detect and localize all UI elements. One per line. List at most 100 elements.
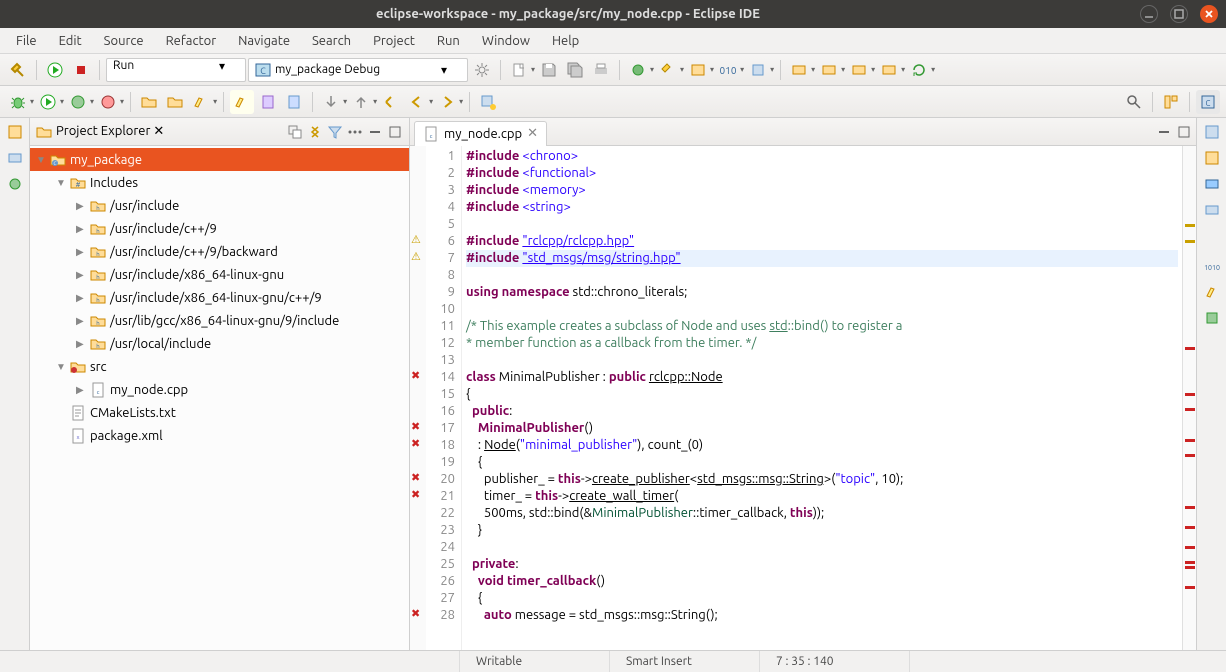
- open-type-icon[interactable]: [163, 90, 187, 114]
- last-edit-icon[interactable]: [379, 90, 403, 114]
- svg-text:h: h: [96, 297, 99, 304]
- status-cursor-position: 7 : 35 : 140: [760, 651, 910, 672]
- trim-r4-icon[interactable]: 1010: [1204, 258, 1220, 274]
- launch-config-select[interactable]: C my_package Debug ▾: [248, 58, 468, 82]
- menu-navigate[interactable]: Navigate: [228, 31, 300, 51]
- minimize-editor-icon[interactable]: [1156, 124, 1172, 140]
- minimize-button[interactable]: [1140, 5, 1158, 23]
- menu-source[interactable]: Source: [94, 31, 154, 51]
- open-folder-icon[interactable]: [137, 90, 161, 114]
- code-content[interactable]: #include <chrono> #include <functional> …: [462, 146, 1182, 650]
- forward-icon[interactable]: [435, 90, 459, 114]
- project-tree[interactable]: C my_package # Includes h/usr/includeh/u…: [30, 146, 409, 650]
- trim-icon-2[interactable]: [7, 176, 23, 192]
- back-icon[interactable]: [405, 90, 429, 114]
- tree-project-root[interactable]: C my_package: [30, 148, 409, 171]
- maximize-editor-icon[interactable]: [1176, 124, 1192, 140]
- menu-help[interactable]: Help: [542, 31, 589, 51]
- cpp-perspective-icon[interactable]: C: [1196, 90, 1220, 114]
- tree-src-folder[interactable]: src: [30, 355, 409, 378]
- overview-ruler[interactable]: [1182, 146, 1196, 650]
- tool6-icon[interactable]: [787, 58, 811, 82]
- open-perspective-icon[interactable]: [1159, 90, 1183, 114]
- collapse-all-icon[interactable]: [287, 124, 303, 140]
- close-button[interactable]: [1200, 5, 1218, 23]
- tool7-icon[interactable]: [817, 58, 841, 82]
- run-button[interactable]: [43, 58, 67, 82]
- svg-text:C: C: [53, 160, 56, 166]
- tree-include-path[interactable]: h/usr/local/include: [30, 332, 409, 355]
- status-spacer: [0, 651, 460, 672]
- trim-icon-1[interactable]: [7, 150, 23, 166]
- tree-include-path[interactable]: h/usr/include/x86_64-linux-gnu/c++/9: [30, 286, 409, 309]
- build-hammer-icon[interactable]: [6, 58, 30, 82]
- tool1-icon[interactable]: [626, 58, 650, 82]
- code-editor[interactable]: ⚠⚠✖✖✖✖✖✖ 1 2 3 4 5 6 7 8 9 10 11 12 13 1…: [410, 146, 1196, 650]
- next-annotation-icon[interactable]: [319, 90, 343, 114]
- tool3-icon[interactable]: [686, 58, 710, 82]
- save-all-icon[interactable]: [563, 58, 587, 82]
- tool8-icon[interactable]: [847, 58, 871, 82]
- maximize-view-icon[interactable]: [387, 124, 403, 140]
- close-tab-icon[interactable]: ✕: [527, 126, 538, 141]
- trim-r5-icon[interactable]: [1204, 284, 1220, 300]
- pin-editor-icon[interactable]: [476, 90, 500, 114]
- annotation-ruler[interactable]: ⚠⚠✖✖✖✖✖✖: [410, 146, 426, 650]
- outline-view-icon[interactable]: [1204, 124, 1220, 140]
- link-editor-icon[interactable]: [307, 124, 323, 140]
- task-icon[interactable]: [256, 90, 280, 114]
- bookmark-icon[interactable]: [282, 90, 306, 114]
- trim-r2-icon[interactable]: [1204, 176, 1220, 192]
- menu-search[interactable]: Search: [302, 31, 361, 51]
- tree-file[interactable]: x package.xml: [30, 424, 409, 447]
- project-explorer-icon: [36, 124, 52, 140]
- filter-icon[interactable]: [327, 124, 343, 140]
- build-tools-hammer-icon[interactable]: [656, 58, 680, 82]
- view-menu-icon[interactable]: [347, 124, 363, 140]
- menu-edit[interactable]: Edit: [49, 31, 92, 51]
- editor-tab-label: my_node.cpp: [444, 127, 522, 141]
- run-play-icon[interactable]: [36, 90, 60, 114]
- separator: [312, 92, 313, 112]
- tool5-icon[interactable]: [746, 58, 770, 82]
- tree-includes[interactable]: # Includes: [30, 171, 409, 194]
- tool9-icon[interactable]: [877, 58, 901, 82]
- trim-r1-icon[interactable]: [1204, 150, 1220, 166]
- tree-include-path[interactable]: h/usr/include/c++/9: [30, 217, 409, 240]
- print-icon[interactable]: [589, 58, 613, 82]
- trim-r3-icon[interactable]: [1204, 202, 1220, 218]
- menu-window[interactable]: Window: [472, 31, 540, 51]
- trim-r6-icon[interactable]: [1204, 310, 1220, 326]
- tree-file[interactable]: CMakeLists.txt: [30, 401, 409, 424]
- include-folder-icon: h: [90, 221, 106, 237]
- stop-button[interactable]: [69, 58, 93, 82]
- quick-access-search-icon[interactable]: [1122, 90, 1146, 114]
- tree-src-file[interactable]: c my_node.cpp: [30, 378, 409, 401]
- tool4-icon[interactable]: 010: [716, 58, 740, 82]
- maximize-button[interactable]: [1170, 5, 1188, 23]
- menu-run[interactable]: Run: [427, 31, 470, 51]
- restore-view-icon[interactable]: [7, 124, 23, 140]
- menubar: File Edit Source Refactor Navigate Searc…: [0, 28, 1226, 54]
- tree-include-path[interactable]: h/usr/include/x86_64-linux-gnu: [30, 263, 409, 286]
- search-file-icon[interactable]: [189, 90, 213, 114]
- new-icon[interactable]: [507, 58, 531, 82]
- tree-label: /usr/include/x86_64-linux-gnu/c++/9: [110, 291, 322, 305]
- minimize-view-icon[interactable]: [367, 124, 383, 140]
- run-mode-select[interactable]: Run ▾: [106, 58, 246, 82]
- refresh-icon[interactable]: [907, 58, 931, 82]
- editor-tab[interactable]: c my_node.cpp ✕: [414, 121, 547, 146]
- profile-icon[interactable]: [96, 90, 120, 114]
- debug-bug-icon[interactable]: [6, 90, 30, 114]
- tree-include-path[interactable]: h/usr/include: [30, 194, 409, 217]
- toggle-mark-icon[interactable]: [230, 90, 254, 114]
- tree-include-path[interactable]: h/usr/lib/gcc/x86_64-linux-gnu/9/include: [30, 309, 409, 332]
- menu-project[interactable]: Project: [363, 31, 425, 51]
- menu-refactor[interactable]: Refactor: [156, 31, 227, 51]
- coverage-icon[interactable]: [66, 90, 90, 114]
- save-icon[interactable]: [537, 58, 561, 82]
- launch-settings-gear-icon[interactable]: [470, 58, 494, 82]
- prev-annotation-icon[interactable]: [349, 90, 373, 114]
- menu-file[interactable]: File: [6, 31, 47, 51]
- tree-include-path[interactable]: h/usr/include/c++/9/backward: [30, 240, 409, 263]
